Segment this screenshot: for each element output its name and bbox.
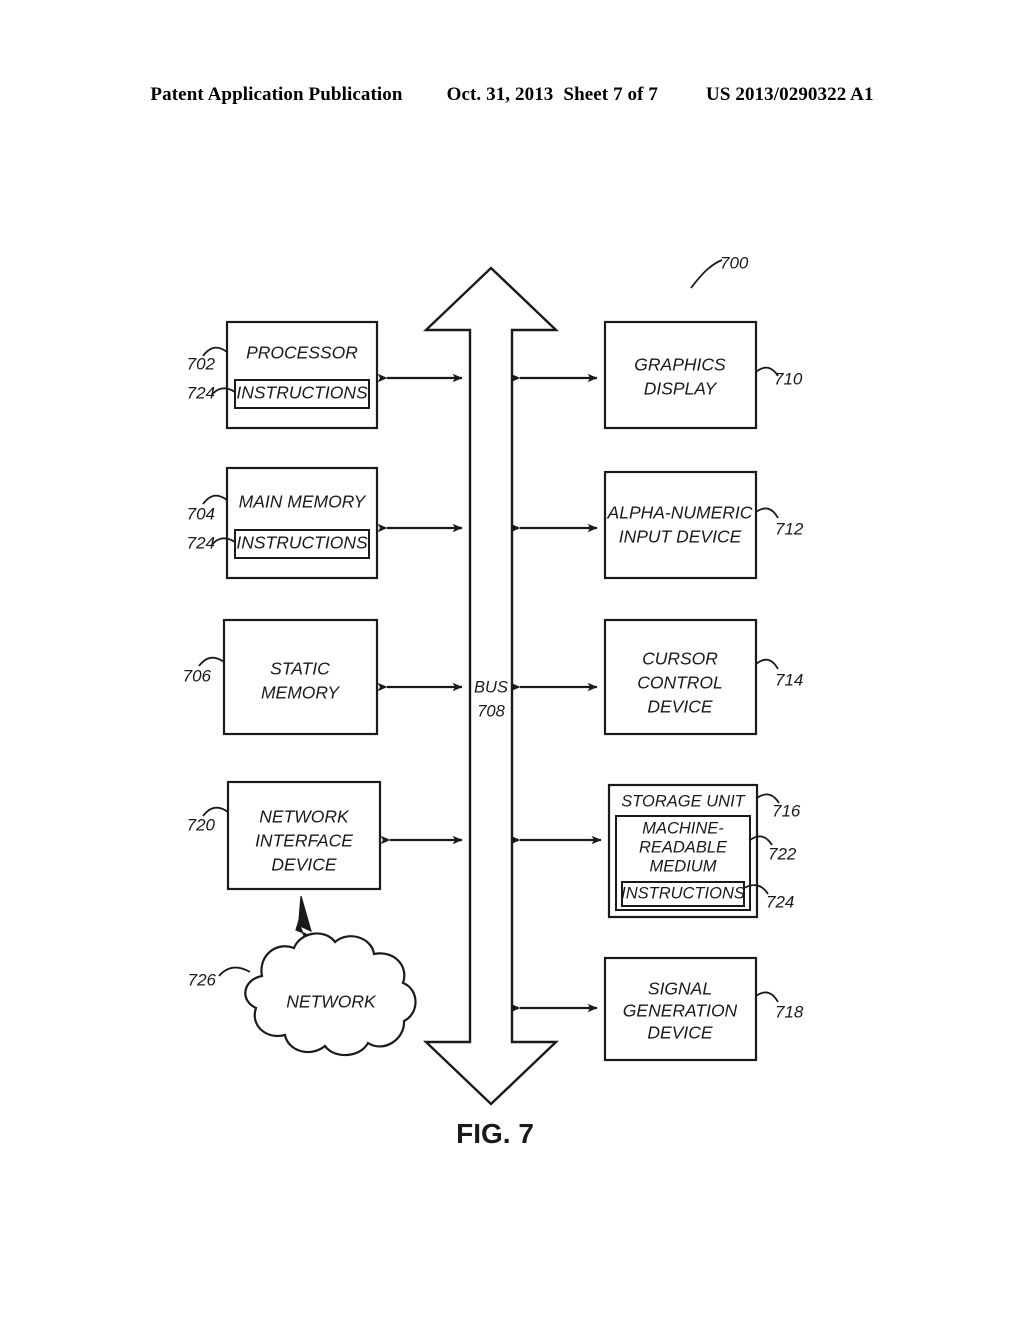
figure-7-diagram: BUS 708 700 PROCESSOR INSTRUCTIONS 702 7… (183, 253, 804, 1149)
signal-generation-ref-label: 718 (775, 1002, 804, 1021)
figure-caption: FIG. 7 (456, 1118, 534, 1149)
network-cloud-ref-726: 726 (188, 966, 251, 989)
cursor-control-line2: CONTROL (637, 673, 723, 693)
alpha-numeric-line1: ALPHA-NUMERIC (607, 503, 753, 523)
graphics-display-block[interactable]: GRAPHICS DISPLAY (603, 320, 758, 430)
storage-unit-ref-716: 716 (756, 793, 801, 820)
storage-unit-block[interactable]: STORAGE UNIT MACHINE- READABLE MEDIUM IN… (607, 783, 759, 919)
main-memory-instructions-label: INSTRUCTIONS (236, 533, 368, 553)
processor-ref-label: 702 (187, 354, 216, 373)
patent-page: Patent Application Publication Oct. 31, … (0, 0, 1024, 1320)
graphics-display-line1: GRAPHICS (634, 355, 726, 375)
signal-generation-line3: DEVICE (647, 1023, 712, 1043)
alpha-numeric-ref-712: 712 (755, 507, 804, 538)
alpha-numeric-ref-label: 712 (775, 519, 804, 538)
main-memory-block[interactable]: MAIN MEMORY INSTRUCTIONS (225, 466, 379, 580)
bus-label: BUS (474, 678, 508, 696)
bus-ref: 708 (477, 702, 505, 720)
storage-unit-ref-label: 716 (772, 801, 801, 820)
machine-readable-line3: MEDIUM (650, 857, 717, 875)
network-interface-ref-label: 720 (187, 815, 216, 834)
network-interface-line1: NETWORK (259, 807, 350, 827)
system-reference-700: 700 (690, 253, 749, 289)
graphics-display-ref-label: 710 (774, 369, 803, 388)
network-interface-line3: DEVICE (271, 855, 336, 875)
network-interface-ref-720: 720 (187, 806, 229, 834)
alpha-numeric-line2: INPUT DEVICE (619, 527, 742, 547)
alpha-numeric-input-device-block[interactable]: ALPHA-NUMERIC INPUT DEVICE (603, 470, 758, 580)
static-memory-ref-706: 706 (183, 656, 225, 685)
cursor-control-line3: DEVICE (647, 697, 712, 717)
main-memory-ref-label: 704 (187, 504, 215, 523)
main-memory-ref-704: 704 (187, 494, 228, 523)
graphics-display-ref-710: 710 (755, 366, 803, 388)
processor-instructions-label: INSTRUCTIONS (236, 383, 368, 403)
storage-instructions-label: INSTRUCTIONS (621, 884, 745, 902)
machine-readable-line2: READABLE (639, 838, 728, 856)
system-ref-label: 700 (720, 253, 749, 272)
network-cloud-ref-label: 726 (188, 970, 217, 989)
signal-generation-line1: SIGNAL (648, 979, 712, 999)
processor-label: PROCESSOR (246, 343, 358, 363)
processor-block[interactable]: PROCESSOR INSTRUCTIONS (225, 320, 379, 430)
cursor-control-ref-label: 714 (775, 670, 803, 689)
storage-instructions-ref-label: 724 (766, 892, 794, 911)
processor-instructions-ref-label: 724 (187, 383, 215, 402)
network-interface-line2: INTERFACE (255, 831, 353, 851)
machine-readable-ref-label: 722 (768, 844, 797, 863)
static-memory-block[interactable]: STATIC MEMORY (222, 618, 379, 736)
cursor-control-ref-714: 714 (755, 658, 803, 689)
storage-unit-label: STORAGE UNIT (621, 792, 746, 810)
main-memory-instructions-ref-label: 724 (187, 533, 215, 552)
network-cloud-label: NETWORK (286, 992, 377, 1012)
graphics-display-line2: DISPLAY (644, 379, 718, 399)
network-cloud[interactable]: NETWORK (244, 932, 417, 1057)
signal-generation-line2: GENERATION (623, 1001, 738, 1021)
signal-generation-ref-718: 718 (755, 991, 804, 1021)
cursor-control-line1: CURSOR (642, 649, 718, 669)
signal-generation-device-block[interactable]: SIGNAL GENERATION DEVICE (603, 956, 758, 1062)
machine-readable-line1: MACHINE- (642, 819, 724, 837)
static-memory-line1: STATIC (270, 659, 330, 679)
processor-ref-702: 702 (187, 346, 228, 373)
network-interface-device-block[interactable]: NETWORK INTERFACE DEVICE (226, 780, 382, 891)
cursor-control-device-block[interactable]: CURSOR CONTROL DEVICE (603, 618, 758, 736)
static-memory-ref-label: 706 (183, 666, 212, 685)
main-memory-label: MAIN MEMORY (239, 492, 367, 512)
static-memory-line2: MEMORY (261, 683, 340, 703)
